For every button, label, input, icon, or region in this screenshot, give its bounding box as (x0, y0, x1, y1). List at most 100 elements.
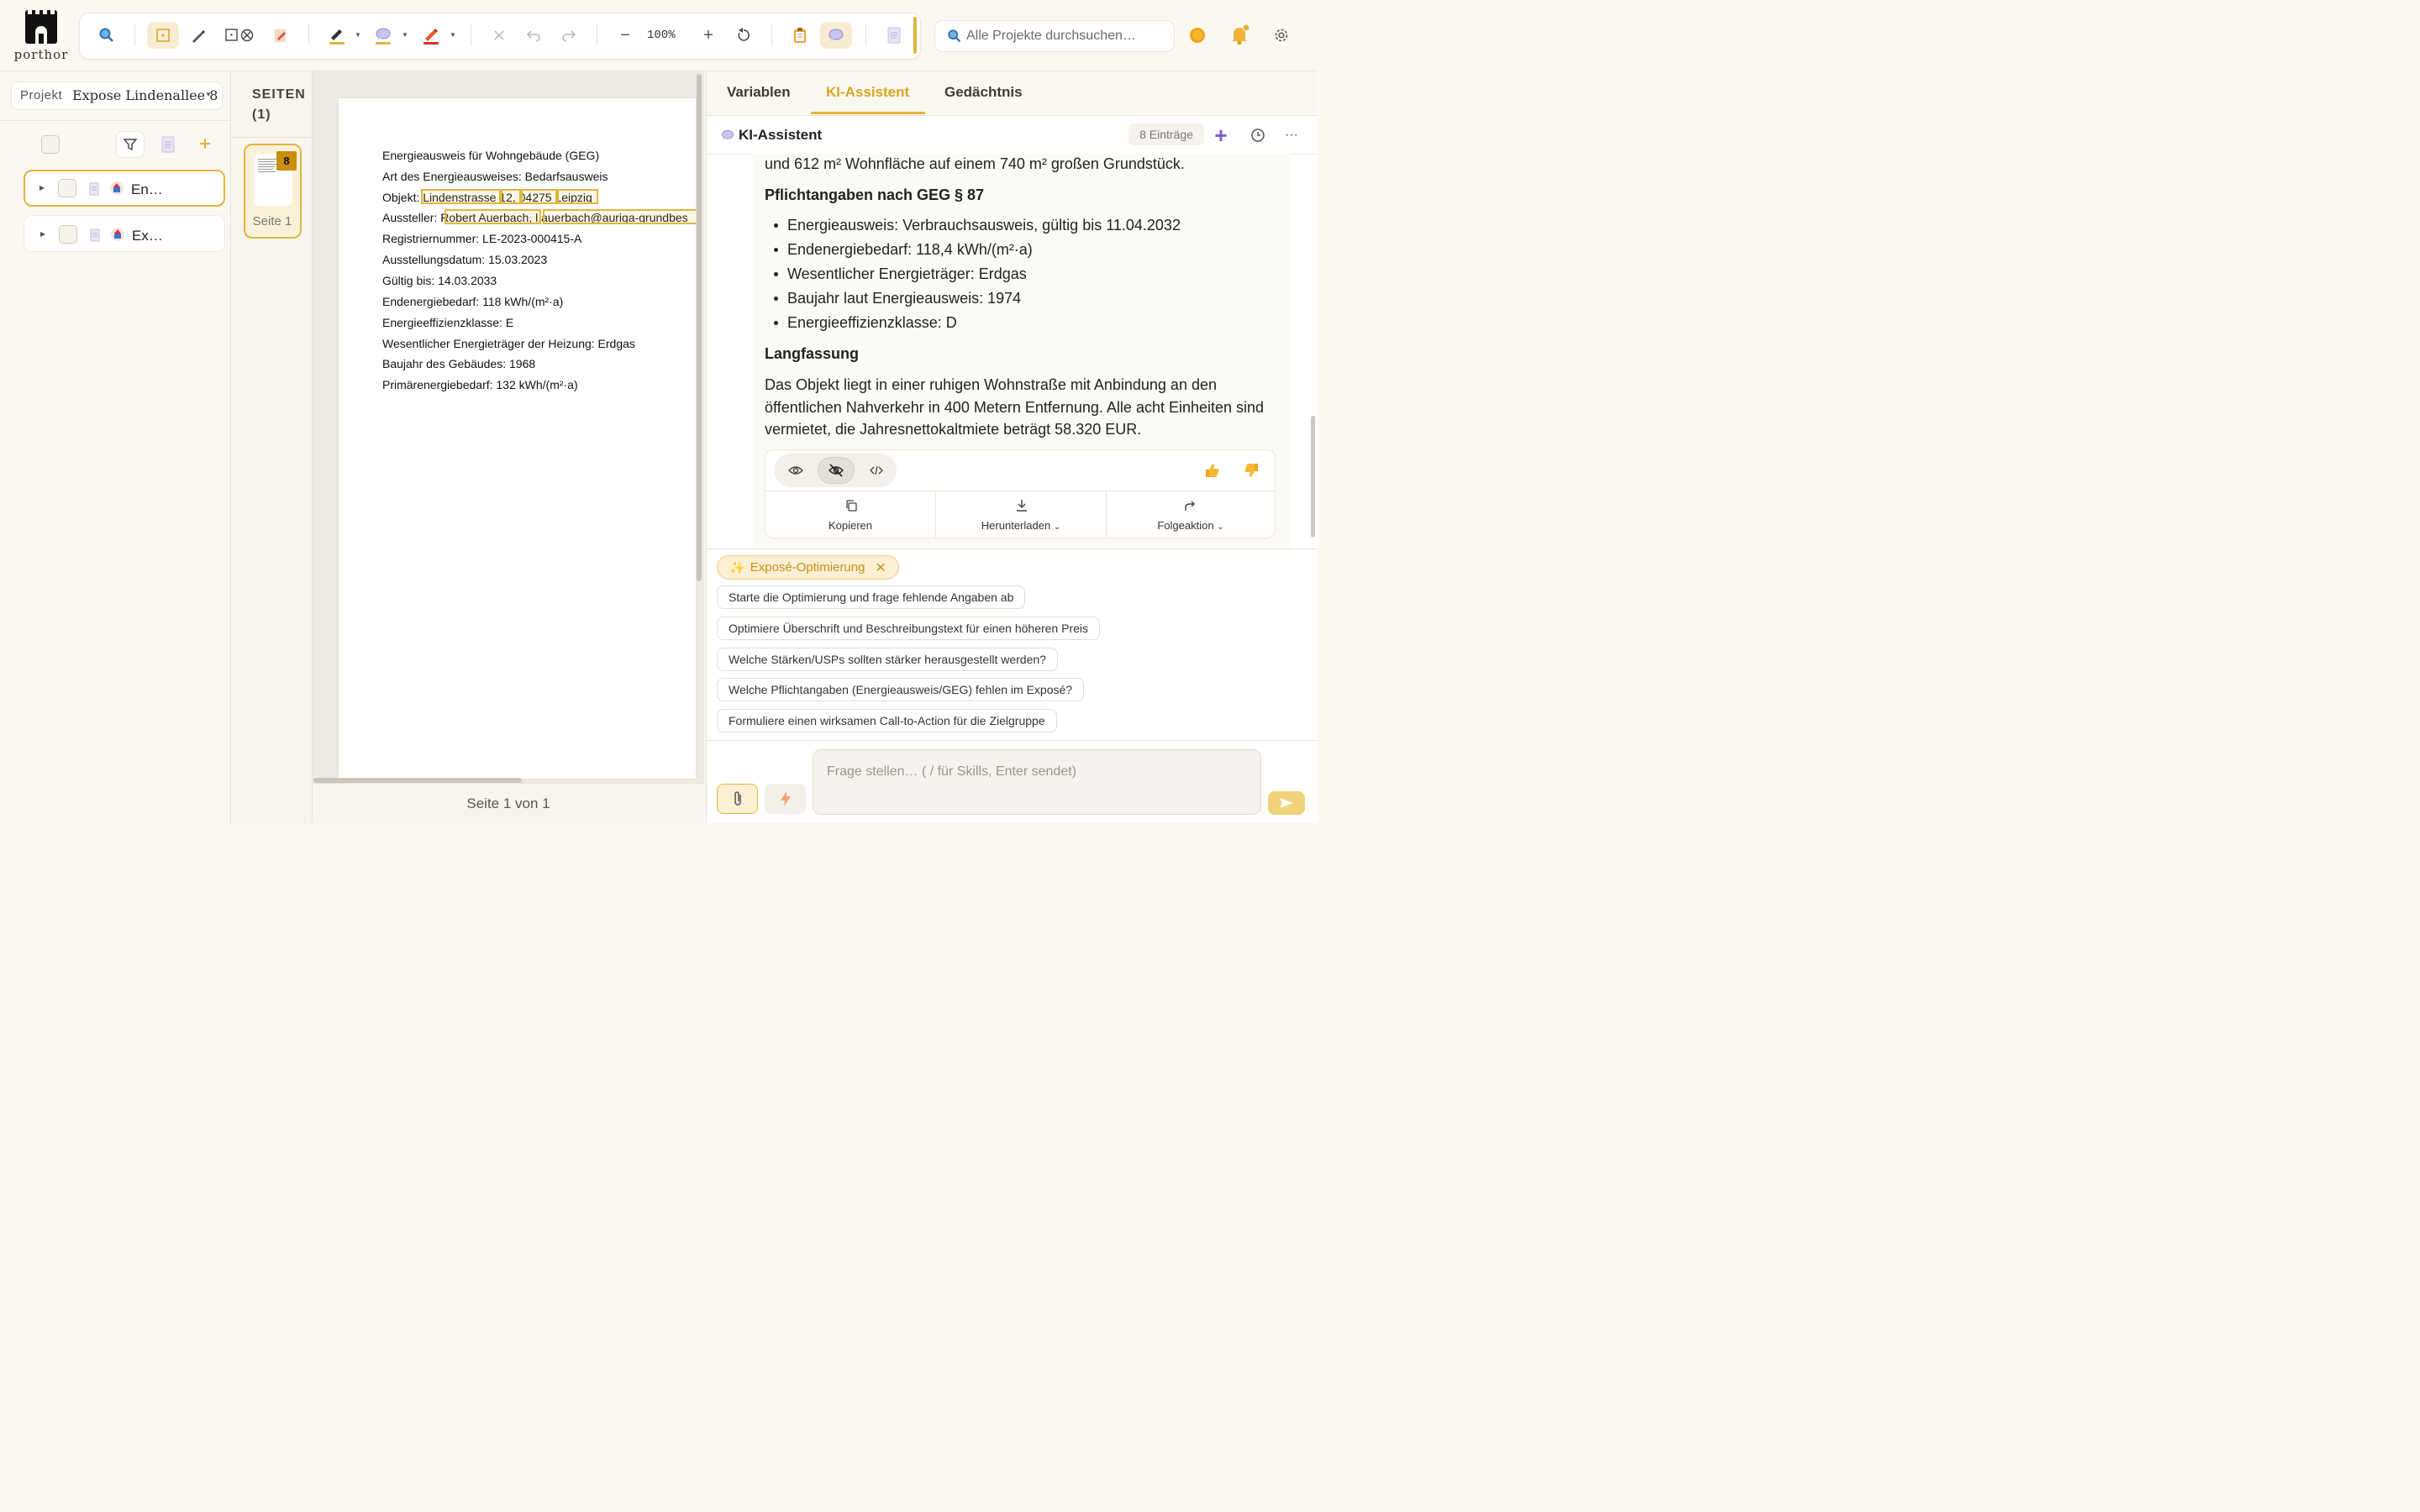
search-icon (948, 29, 961, 43)
tree-item-checkbox[interactable] (58, 179, 76, 197)
document-vertical-scrollbar[interactable] (697, 74, 702, 581)
tree-item[interactable]: ▶ En… (24, 170, 225, 207)
doc-line: Ausstellungsdatum: 15.03.2023 (382, 253, 548, 266)
thumbs-up-button[interactable] (1201, 459, 1224, 482)
filter-button[interactable] (116, 131, 145, 158)
preview-button[interactable] (782, 457, 809, 484)
message-text: öffentlichen Nahverkehr in 400 Metern En… (765, 399, 1265, 416)
new-chat-button[interactable]: + (1209, 123, 1233, 148)
tree-item-checkbox[interactable] (59, 225, 77, 244)
chat-input[interactable]: Frage stellen… ( / für Skills, Enter sen… (813, 749, 1261, 815)
divider (0, 120, 230, 121)
follow-up-label: Folgeaktion ⌄ (1157, 519, 1224, 532)
tab-ki-assistant[interactable]: KI-Assistent (826, 84, 909, 101)
suggestion-chip[interactable]: Welche Stärken/USPs sollten stärker hera… (717, 648, 1058, 671)
follow-up-button[interactable]: Folgeaktion ⌄ (1107, 491, 1275, 538)
download-button[interactable]: Herunterladen ⌄ (936, 491, 1106, 538)
add-item-button[interactable]: + (193, 131, 217, 158)
assistant-title: KI-Assistent (739, 127, 823, 143)
select-all-checkbox[interactable] (41, 135, 60, 154)
comment-tool-button[interactable] (367, 22, 399, 49)
chevron-down-icon: ⌄ (1217, 522, 1224, 532)
entries-badge[interactable]: 8 Einträge (1128, 123, 1204, 145)
highlighter-dropdown-icon[interactable]: ▼ (355, 31, 361, 39)
thumbnail-label: Seite 1 (252, 214, 292, 228)
theme-toggle-button[interactable] (1183, 21, 1212, 50)
annotation-highlight[interactable] (501, 189, 521, 204)
document-page[interactable]: Energieausweis für Wohngebäude (GEG) Art… (339, 98, 696, 779)
redact-tool-button[interactable] (222, 22, 257, 49)
comment-dropdown-icon[interactable]: ▼ (402, 31, 408, 39)
speech-bubble-icon (376, 28, 391, 45)
redo-button[interactable] (553, 22, 585, 49)
pen-tool-button[interactable] (182, 22, 214, 49)
message-heading: Pflichtangaben nach GEG § 87 (765, 186, 985, 203)
notifications-button[interactable] (1225, 21, 1254, 50)
history-button[interactable] (1246, 123, 1270, 147)
global-search-input[interactable]: Alle Projekte durchsuchen… (934, 20, 1175, 52)
active-skill-chip[interactable]: ✨ Exposé-Optimierung ✕ (717, 555, 899, 580)
close-icon[interactable]: ✕ (875, 559, 886, 576)
marker-dropdown-icon[interactable]: ▼ (450, 31, 456, 39)
hide-button[interactable] (818, 457, 855, 484)
project-select[interactable]: Projekt Expose Lindenallee 8 ▼ (11, 81, 223, 110)
thumbs-down-button[interactable] (1239, 459, 1263, 482)
select-tool-button[interactable] (147, 22, 179, 49)
settings-button[interactable] (1267, 21, 1296, 50)
expand-icon[interactable]: ▶ (40, 230, 45, 238)
undo-button[interactable] (518, 22, 550, 49)
document-button[interactable] (878, 22, 910, 49)
marker-tool-button[interactable] (415, 22, 447, 49)
thumbs-down-icon (1244, 464, 1258, 477)
clear-button[interactable] (483, 22, 515, 49)
tab-variables[interactable]: Variablen (727, 84, 791, 101)
expand-icon[interactable]: ▶ (39, 184, 45, 192)
share-forward-icon (1185, 501, 1195, 511)
form-tool-button[interactable] (265, 22, 297, 49)
clipboard-button[interactable] (784, 22, 816, 49)
code-icon (870, 465, 883, 475)
message-text: Das Objekt liegt in einer ruhigen Wohnst… (765, 376, 1217, 393)
sparkles-icon: ✨ (729, 560, 745, 575)
annotation-highlight[interactable] (557, 189, 598, 204)
send-icon (1280, 798, 1293, 808)
marker-icon (424, 29, 439, 45)
suggestion-chip[interactable]: Optimiere Überschrift und Beschreibungst… (717, 617, 1100, 640)
tab-memory[interactable]: Gedächtnis (944, 84, 1023, 101)
annotation-highlight[interactable] (445, 209, 541, 224)
copy-icon (846, 500, 857, 512)
tree-item[interactable]: ▶ Ex… (24, 215, 225, 252)
suggestion-chip[interactable]: Formuliere einen wirksamen Call-to-Actio… (717, 709, 1057, 732)
highlighter-tool-button[interactable] (321, 22, 353, 49)
speech-bubble-icon (829, 29, 844, 41)
suggestion-chip[interactable]: Welche Pflichtangaben (Energieausweis/GE… (717, 678, 1085, 701)
chat-scrollbar[interactable] (1311, 416, 1315, 538)
zoom-in-button[interactable]: + (692, 22, 724, 49)
attach-button[interactable] (717, 784, 758, 814)
code-view-button[interactable] (863, 457, 890, 484)
doc-line: Primärenergiebedarf: 132 kWh/(m²·a) (382, 378, 578, 391)
document-icon (887, 27, 901, 44)
zoom-out-button[interactable]: − (609, 22, 641, 49)
new-document-button[interactable] (156, 131, 180, 158)
reset-zoom-button[interactable] (728, 22, 760, 49)
clock-icon (1251, 129, 1265, 142)
chat-input-placeholder: Frage stellen… ( / für Skills, Enter sen… (827, 764, 1076, 779)
annotation-highlight[interactable] (543, 209, 696, 224)
skills-button[interactable] (765, 784, 806, 814)
annotation-highlight[interactable] (521, 189, 557, 204)
search-tool-button[interactable] (91, 22, 123, 49)
form-edit-icon (275, 29, 286, 42)
more-options-button[interactable]: ··· (1280, 123, 1303, 147)
page-thumbnail[interactable]: 8 Seite 1 (244, 144, 302, 239)
annotation-highlight[interactable] (421, 189, 501, 204)
send-button[interactable] (1268, 791, 1305, 815)
copy-button[interactable]: Kopieren (765, 491, 935, 538)
active-tab-indicator (811, 112, 925, 114)
project-name: Expose Lindenallee 8 (72, 87, 218, 103)
copy-label: Kopieren (828, 519, 873, 532)
assistant-toggle-button[interactable] (820, 22, 852, 49)
suggestion-chip[interactable]: Starte die Optimierung und frage fehlend… (717, 585, 1026, 609)
logo-text: porthor (13, 47, 69, 62)
speech-bubble-icon (722, 129, 734, 140)
